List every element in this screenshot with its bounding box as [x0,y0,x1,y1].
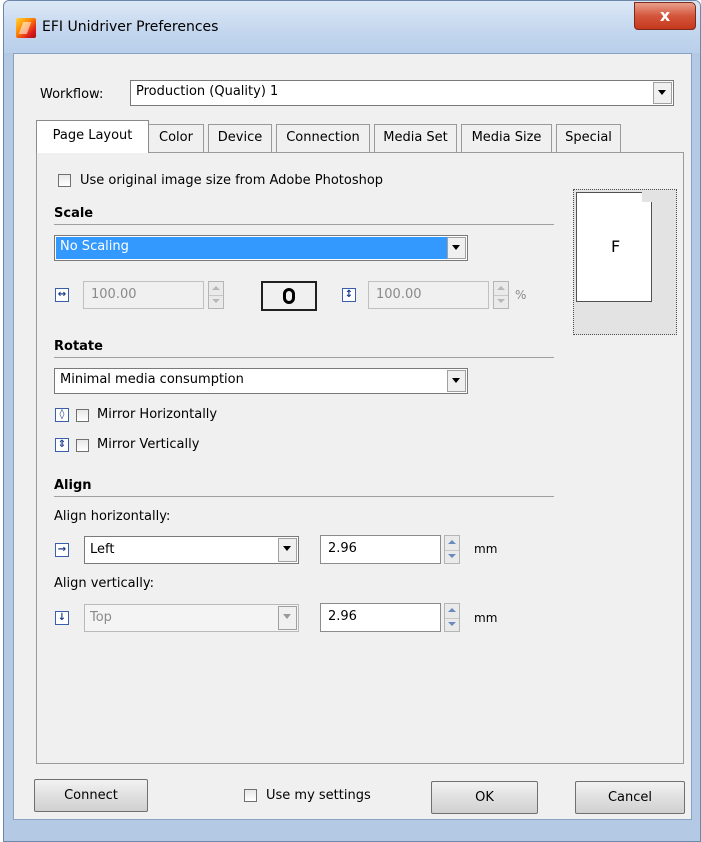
scale-width-stepper[interactable] [208,281,224,309]
workflow-label: Workflow: [40,87,104,102]
spin-down-icon[interactable] [445,549,459,565]
align-top-icon: ↓ [55,611,69,625]
scale-mode-value: No Scaling [60,239,129,254]
mirror-vertical-icon: ⇕ [55,438,69,452]
use-original-size-label: Use original image size from Adobe Photo… [80,173,384,188]
align-vertical-offset-value: 2.96 [328,609,357,624]
tab-device[interactable]: Device [208,124,272,152]
rotate-divider [54,357,554,358]
use-my-settings-label: Use my settings [266,788,371,803]
use-my-settings-checkbox[interactable] [244,789,257,802]
chevron-down-icon [653,82,672,104]
mirror-vertically-label: Mirror Vertically [97,437,200,452]
spin-up-icon[interactable] [494,282,508,295]
cancel-button[interactable]: Cancel [575,781,685,814]
connect-button[interactable]: Connect [34,779,148,812]
align-horizontal-unit: mm [474,542,498,556]
tab-special[interactable]: Special [556,124,621,152]
rotate-mode-value: Minimal media consumption [60,372,244,387]
align-vertical-unit: mm [474,611,498,625]
rotate-heading: Rotate [54,339,103,354]
use-original-size-checkbox[interactable] [58,174,71,187]
chain-link-icon [283,288,295,304]
align-horizontal-offset-value: 2.96 [328,541,357,556]
width-arrows-icon: ↔ [55,288,69,302]
scale-width-value: 100.00 [91,287,137,302]
ok-button[interactable]: OK [431,781,538,814]
tab-color[interactable]: Color [148,124,204,152]
chevron-down-icon [447,237,466,259]
align-horizontal-select[interactable]: Left [84,536,299,564]
scale-heading: Scale [54,206,94,221]
align-divider [54,496,554,497]
mirror-horizontally-checkbox[interactable] [76,409,89,422]
chevron-down-icon [278,606,297,630]
chevron-down-icon [447,370,466,392]
preview-letter: F [611,237,621,256]
page-dogear-icon [642,192,652,202]
align-horizontal-offset-stepper[interactable] [444,535,460,564]
rotate-mode-select[interactable]: Minimal media consumption [54,368,468,394]
aspect-lock-button[interactable] [261,281,317,311]
scale-mode-select[interactable]: No Scaling [54,235,468,261]
spin-up-icon[interactable] [209,282,223,295]
align-horizontal-value: Left [90,542,115,557]
spin-down-icon[interactable] [209,295,223,309]
scale-divider [54,224,554,225]
scale-height-stepper[interactable] [493,281,509,309]
align-vertically-label: Align vertically: [54,576,154,591]
align-vertical-offset-field[interactable]: 2.96 [320,603,441,632]
spin-down-icon[interactable] [445,617,459,633]
efi-app-icon [16,18,36,38]
align-vertical-offset-stepper[interactable] [444,603,460,632]
align-horizontally-label: Align horizontally: [54,509,171,524]
align-heading: Align [54,478,92,493]
height-arrows-icon: ↕ [342,288,356,302]
tab-connection[interactable]: Connection [276,124,370,152]
spin-down-icon[interactable] [494,295,508,309]
mirror-horizontal-icon: ◊ [55,408,69,422]
page-preview: F [573,189,677,335]
spin-up-icon[interactable] [445,536,459,550]
tab-page-layout[interactable]: Page Layout [36,120,149,153]
close-button[interactable]: x [634,2,696,30]
tab-media-set[interactable]: Media Set [374,124,457,152]
align-vertical-select[interactable]: Top [84,604,299,632]
page-preview-sheet: F [576,192,652,302]
workflow-select-value: Production (Quality) 1 [136,84,279,99]
mirror-vertically-checkbox[interactable] [76,439,89,452]
tab-media-size[interactable]: Media Size [461,124,552,152]
chevron-down-icon [278,538,297,562]
scale-unit-label: % [515,288,527,302]
window-title: EFI Unidriver Preferences [42,19,219,35]
workflow-select[interactable]: Production (Quality) 1 [130,80,674,106]
scale-width-field[interactable]: 100.00 [83,281,204,309]
align-left-icon: → [55,543,69,557]
scale-height-field[interactable]: 100.00 [368,281,489,309]
align-horizontal-offset-field[interactable]: 2.96 [320,535,441,564]
align-vertical-value: Top [90,610,112,625]
scale-height-value: 100.00 [376,287,422,302]
mirror-horizontally-label: Mirror Horizontally [97,407,218,422]
spin-up-icon[interactable] [445,604,459,618]
